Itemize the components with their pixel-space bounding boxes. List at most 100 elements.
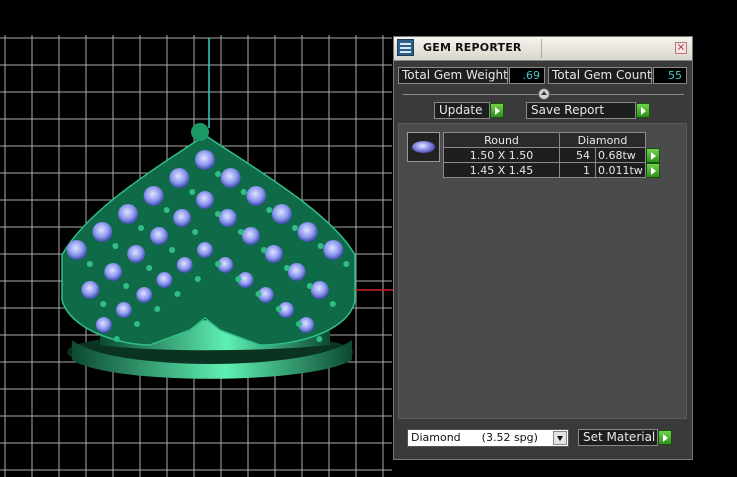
collapse-arrow-icon[interactable] [538,88,550,100]
bead [283,265,290,271]
gem-weight-cell: 0.011tw [595,162,646,178]
gem-stone [127,245,146,263]
bead [163,207,170,213]
gem-stone [95,317,112,333]
gem-stone [156,272,173,288]
bead [100,301,107,307]
gem-thumbnail-icon[interactable] [407,132,440,162]
gem-stone [220,168,241,188]
set-material-button[interactable]: Set Material [578,429,658,446]
bead [291,225,298,231]
column-header-material: Diamond [559,132,646,148]
bead [113,336,120,342]
total-gem-count-value: 55 [653,67,687,84]
gem-stone [310,281,329,299]
gem-count-cell: 54 [559,147,596,163]
bead [260,247,267,253]
gem-stone [196,191,214,209]
bead [235,276,242,282]
gem-stone [116,302,132,318]
material-select-density: (3.52 spg) [481,431,538,444]
update-go-icon[interactable] [490,103,504,118]
total-gem-weight-label: Total Gem Weight [398,67,508,84]
gem-stone [241,227,260,245]
bead [316,336,323,342]
bead [86,261,93,267]
bead [240,189,247,195]
title-separator [541,39,542,58]
gem-stone [169,168,190,188]
table-row: 1.45 X 1.45 1 0.011tw [443,162,664,178]
bead [215,171,221,177]
bead [215,211,221,217]
gem-stone [323,240,344,260]
gem-stone [81,281,100,299]
gem-stone [150,227,169,245]
bead [154,306,161,312]
update-button[interactable]: Update [434,102,490,119]
close-icon[interactable]: × [675,42,687,54]
gem-stone [264,245,283,263]
column-header-shape: Round [443,132,560,148]
gem-count-cell: 1 [559,162,596,178]
bead [112,243,119,249]
gem-size-cell: 1.45 X 1.45 [443,162,560,178]
title-bar[interactable]: GEM REPORTER × [394,37,692,61]
gem-stone [173,209,192,227]
bead [255,291,262,297]
material-select[interactable]: Diamond (3.52 spg) [407,429,569,447]
bead [174,291,181,297]
bead [317,243,324,249]
ring-top-bead [191,123,209,141]
bead [169,247,176,253]
material-select-gem: Diamond [411,431,461,444]
save-report-button[interactable]: Save Report [526,102,636,119]
total-gem-weight-value: .69 [509,67,545,84]
bead [266,207,273,213]
gem-stone [195,150,215,170]
panel-title: GEM REPORTER [423,41,522,54]
set-material-go-icon[interactable] [658,430,672,445]
bead [123,283,130,289]
gem-stone [246,186,267,206]
row-select-go-icon[interactable] [646,147,660,163]
gem-stone [92,222,113,242]
gem-stone [66,240,87,260]
gem-stone [176,257,193,273]
gem-size-cell: 1.50 X 1.50 [443,147,560,163]
panel-footer: Diamond (3.52 spg) Set Material [394,425,692,459]
gem-list-area: Round Diamond 1.50 X 1.50 54 0.68tw 1.45… [398,123,687,419]
bead [296,321,302,327]
table-row: 1.50 X 1.50 54 0.68tw [443,147,664,163]
bead [215,261,221,267]
bead [146,265,153,271]
chevron-down-icon[interactable] [553,431,567,445]
gem-reporter-icon [397,39,414,56]
bead [306,283,313,289]
bead [343,261,350,267]
bead [192,229,199,235]
ring-model [61,123,356,379]
bead [329,301,336,307]
row-select-go-icon[interactable] [646,162,660,178]
gem-table: Round Diamond 1.50 X 1.50 54 0.68tw 1.45… [443,132,664,178]
save-report-go-icon[interactable] [636,103,650,118]
gem-stone [104,263,123,281]
bead [237,229,244,235]
bead [134,321,140,327]
gem-stone [118,204,139,224]
total-gem-count-label: Total Gem Count [548,67,652,84]
gem-stone [287,263,306,281]
bead [194,276,201,282]
gem-stone [271,204,292,224]
bead [275,306,282,312]
gem-stone [136,287,153,303]
bead [138,225,145,231]
gem-weight-cell: 0.68tw [595,147,646,163]
gem-stone [197,242,213,258]
gem-stone [297,222,318,242]
gem-stone [143,186,164,206]
gem-stone [218,209,237,227]
gem-reporter-panel: GEM REPORTER × Total Gem Weight .69 Tota… [393,36,693,460]
bead [189,189,196,195]
